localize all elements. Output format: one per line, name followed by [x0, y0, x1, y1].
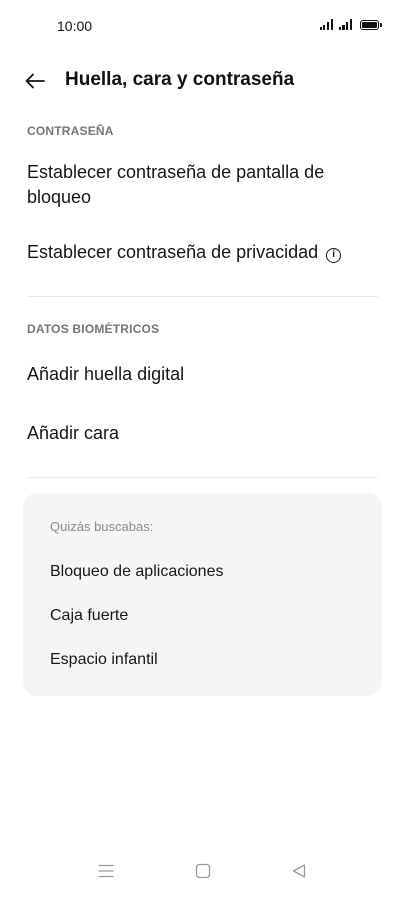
section-header-password: CONTRASEÑA — [27, 124, 114, 138]
signal-icon — [338, 19, 352, 30]
signal-icon — [319, 19, 333, 30]
add-face-item[interactable]: Añadir cara — [27, 421, 378, 446]
lock-screen-password-item[interactable]: Establecer contraseña de pantalla de blo… — [27, 160, 378, 210]
back-nav-button[interactable] — [284, 856, 314, 886]
back-triangle-icon — [292, 864, 306, 878]
arrow-left-icon — [25, 73, 45, 89]
lock-screen-password-label: Establecer contraseña de pantalla de blo… — [27, 162, 325, 207]
privacy-password-item[interactable]: Establecer contraseña de privacidad i — [27, 240, 378, 265]
section-header-biometrics: DATOS BIOMÉTRICOS — [27, 322, 160, 336]
add-fingerprint-label: Añadir huella digital — [27, 364, 185, 384]
status-bar: 10:00 — [0, 0, 405, 52]
suggestions-header: Quizás buscabas: — [50, 519, 154, 534]
back-button[interactable] — [18, 64, 52, 98]
home-square-icon — [195, 863, 211, 879]
status-icons — [319, 19, 382, 30]
add-fingerprint-item[interactable]: Añadir huella digital — [27, 362, 378, 387]
battery-icon — [360, 20, 382, 30]
privacy-password-label: Establecer contraseña de privacidad — [27, 242, 319, 262]
info-icon[interactable]: i — [326, 247, 342, 263]
suggestion-app-lock[interactable]: Bloqueo de aplicaciones — [50, 563, 223, 581]
app-bar: Huella, cara y contraseña — [0, 58, 405, 102]
divider — [27, 296, 378, 297]
suggestion-kid-space[interactable]: Espacio infantil — [50, 651, 158, 669]
status-time: 10:00 — [57, 18, 93, 34]
suggestion-private-safe[interactable]: Caja fuerte — [50, 607, 128, 625]
navigation-bar — [0, 842, 405, 902]
recent-apps-button[interactable] — [91, 856, 121, 886]
home-button[interactable] — [188, 856, 218, 886]
page-title: Huella, cara y contraseña — [65, 69, 295, 90]
suggestions-card: Quizás buscabas: Bloqueo de aplicaciones… — [23, 493, 382, 696]
add-face-label: Añadir cara — [27, 423, 120, 443]
divider — [27, 477, 378, 478]
menu-icon — [98, 864, 114, 878]
